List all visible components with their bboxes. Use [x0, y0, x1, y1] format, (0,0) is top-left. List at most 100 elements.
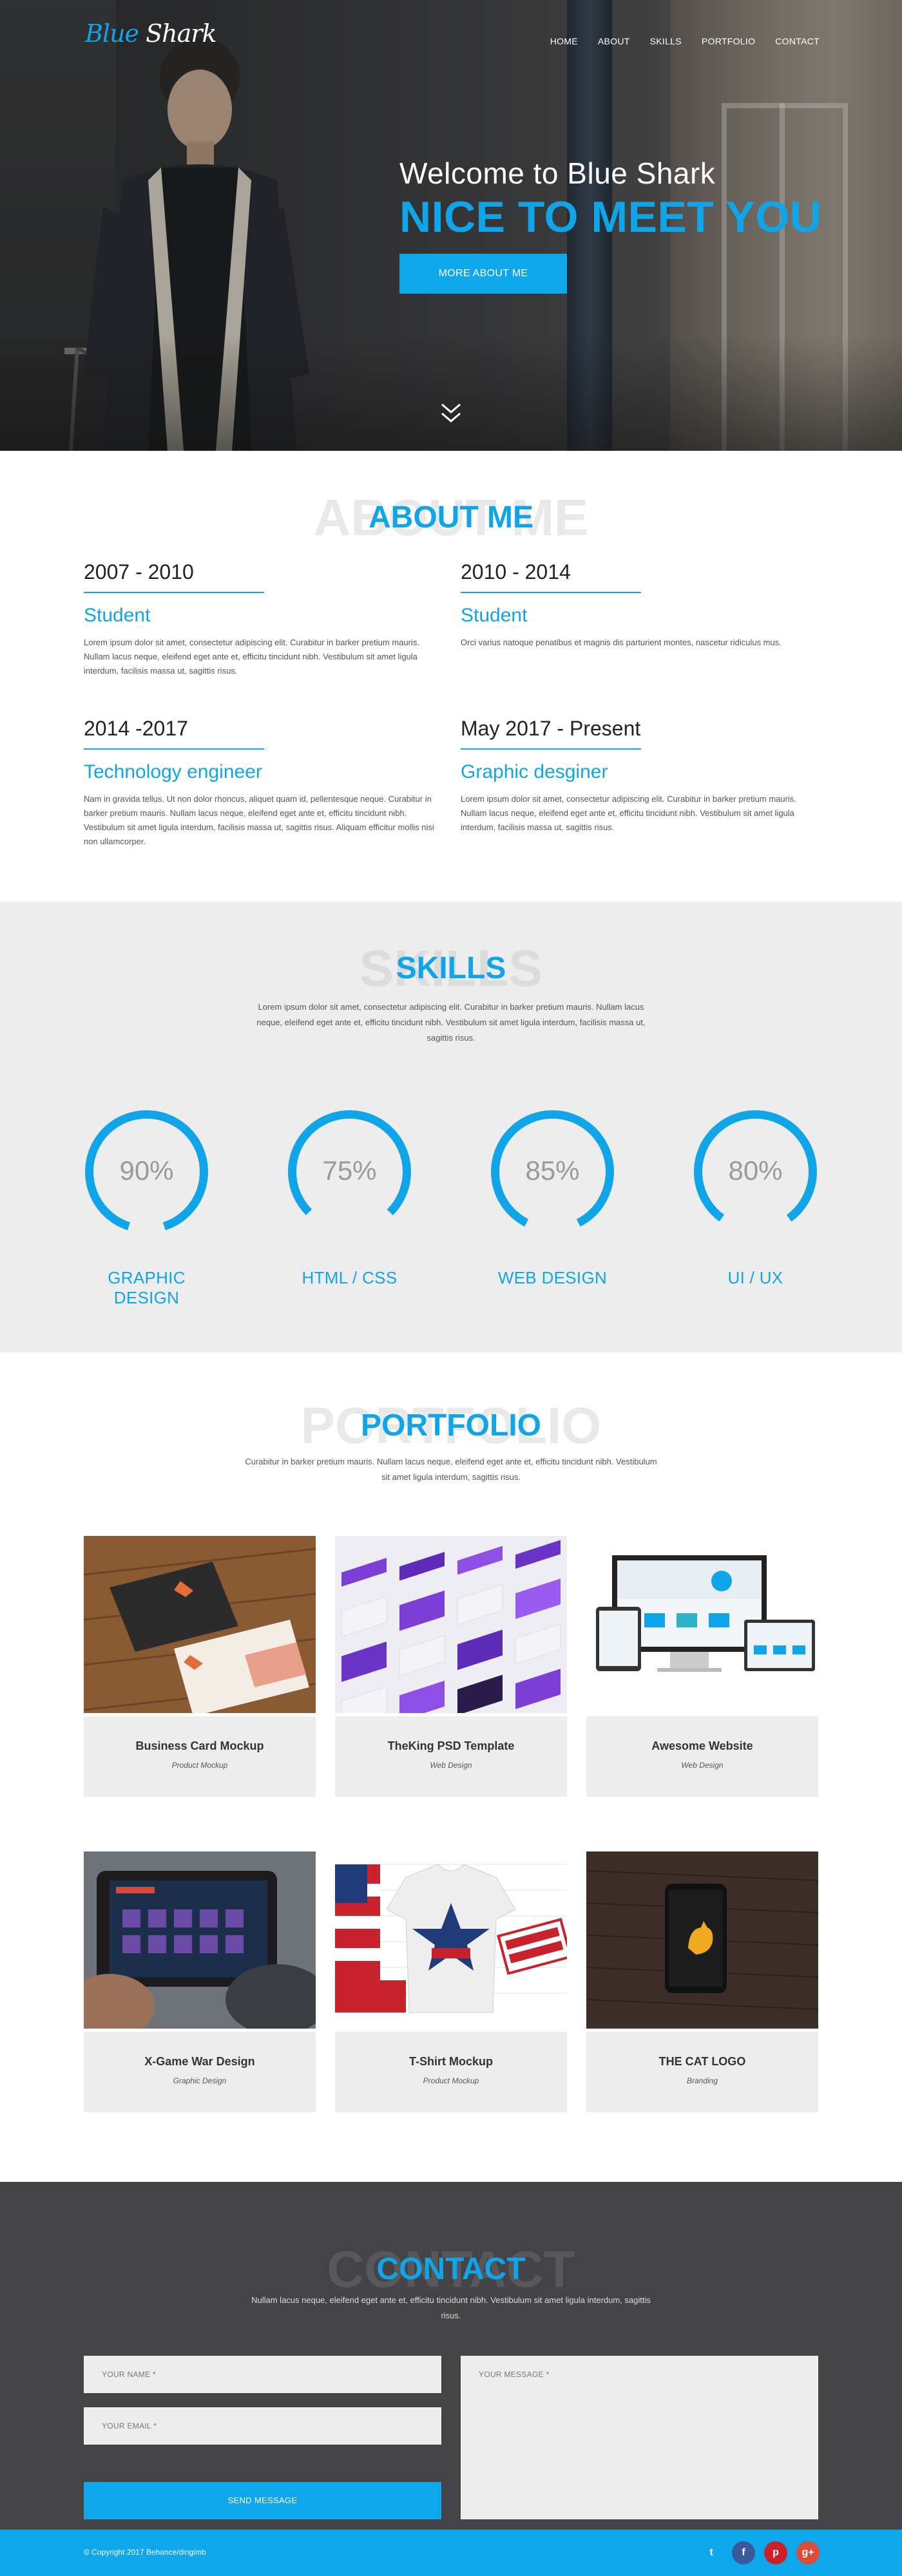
nav-skills[interactable]: SKILLS [650, 36, 682, 46]
portfolio-card-category: Web Design [681, 1761, 724, 1770]
cat-logo-image [586, 1852, 819, 2029]
x-game-war-image [64, 1852, 329, 2038]
skill-name: UI / UX [727, 1268, 783, 1287]
timeline-item: 2007 - 2010 Student Lorem ipsum dolor si… [84, 560, 441, 678]
timeline-item: 2010 - 2014 Student Orci varius natoque … [461, 560, 818, 678]
logo-part-2: Shark [146, 19, 216, 48]
timeline-role: Student [84, 605, 151, 626]
portfolio-card-meta: Business Card Mockup Product Mockup [84, 1716, 316, 1797]
about-timeline: 2007 - 2010 Student Lorem ipsum dolor si… [84, 560, 818, 849]
portfolio-card[interactable]: THE CAT LOGO Branding [586, 1852, 819, 2112]
contact-description: Nullam lacus neque, eleifend eget ante e… [251, 2295, 651, 2320]
site-logo[interactable]: Blue Shark [85, 19, 217, 48]
skill-progress-ring: 80% [694, 1110, 817, 1233]
timeline-desc: Nam in gravida tellus. Ut non dolor rhon… [84, 794, 434, 846]
portfolio-card[interactable]: Awesome Website Web Design [586, 1536, 818, 1797]
t-shirt-mockup-image [335, 1852, 573, 2029]
timeline-divider [84, 592, 264, 593]
message-field[interactable] [461, 2356, 818, 2519]
skill-item: 90% GRAPHIC DESIGN [84, 1109, 209, 1308]
nav-portfolio[interactable]: PORTFOLIO [702, 36, 755, 46]
skills-list: 90% GRAPHIC DESIGN 75% HTML / CSS 85% WE… [84, 1109, 818, 1308]
portfolio-card-title: Business Card Mockup [135, 1739, 264, 1752]
portfolio-card[interactable]: TheKing PSD Template Web Design [335, 1536, 567, 1797]
skills-title-block: SKILLS SKILLS [0, 939, 902, 1003]
skill-item: 85% WEB DESIGN [490, 1109, 615, 1308]
portfolio-description: Curabitur in barker pretium mauris. Null… [245, 1457, 657, 1482]
portfolio-card-meta: T-Shirt Mockup Product Mockup [335, 2032, 567, 2112]
more-about-me-button[interactable]: MORE ABOUT ME [399, 254, 567, 294]
business-card-mockup-image [83, 1536, 316, 1716]
hero-subtitle: Welcome to Blue Shark [399, 156, 716, 190]
timeline-year: May 2017 - Present [461, 717, 641, 740]
main-nav: HOME ABOUT SKILLS PORTFOLIO CONTACT [530, 36, 820, 46]
skill-progress-ring: 85% [491, 1110, 614, 1233]
skill-percent: 90% [119, 1155, 173, 1186]
chevron-double-down-icon[interactable] [438, 401, 464, 426]
timeline-role: Graphic desginer [461, 761, 608, 782]
portfolio-card-category: Graphic Design [173, 2076, 227, 2085]
send-message-button[interactable]: SEND MESSAGE [84, 2482, 441, 2519]
portfolio-card-title: T-Shirt Mockup [409, 2055, 493, 2068]
skill-percent: 85% [525, 1155, 579, 1186]
timeline-year: 2014 -2017 [84, 717, 188, 740]
about-section: ABOUT ME ABOUT ME 2007 - 2010 Student Lo… [0, 451, 902, 902]
skill-progress-ring: 75% [288, 1110, 411, 1233]
skill-progress-ring: 90% [85, 1110, 208, 1233]
portfolio-title-block: PORTFOLIO PORTFOLIO [0, 1396, 902, 1461]
portfolio-card-meta: Awesome Website Web Design [586, 1716, 818, 1797]
pinterest-icon[interactable]: p [764, 2541, 787, 2564]
timeline-desc: Orci varius natoque penatibus et magnis … [461, 638, 782, 647]
skill-name: GRAPHIC DESIGN [108, 1268, 186, 1307]
hero-text: Welcome to Blue Shark NICE TO MEET YOU M… [399, 156, 821, 294]
copyright-text: © Copyright 2017 Behance/dingimb [84, 2548, 206, 2557]
portfolio-card[interactable]: Business Card Mockup Product Mockup [83, 1536, 316, 1797]
awesome-website-image [586, 1536, 818, 1713]
timeline-divider [461, 592, 641, 593]
portfolio-card-meta: TheKing PSD Template Web Design [335, 1716, 567, 1797]
skill-percent: 80% [728, 1155, 782, 1186]
skill-item: 80% UI / UX [693, 1109, 818, 1308]
theking-template-image [335, 1536, 567, 1728]
nav-contact[interactable]: CONTACT [775, 36, 820, 46]
twitter-icon[interactable]: t [700, 2541, 723, 2564]
portfolio-card-category: Product Mockup [423, 2076, 479, 2085]
timeline-role: Technology engineer [84, 761, 262, 782]
timeline-year: 2007 - 2010 [84, 560, 194, 583]
hero-section: Blue Shark HOME ABOUT SKILLS PORTFOLIO C… [0, 0, 902, 451]
timeline-divider [461, 748, 641, 750]
hero-title: NICE TO MEET YOU [399, 193, 822, 242]
contact-title: CONTACT [376, 2252, 526, 2286]
portfolio-card-meta: THE CAT LOGO Branding [586, 2032, 818, 2112]
skill-item: 75% HTML / CSS [287, 1109, 412, 1308]
portfolio-card-meta: X-Game War Design Graphic Design [84, 2032, 316, 2112]
social-links: t f p g+ [700, 2541, 820, 2564]
portfolio-card-category: Branding [686, 2076, 718, 2085]
portfolio-card[interactable]: T-Shirt Mockup Product Mockup [335, 1852, 573, 2112]
timeline-desc: Lorem ipsum dolor sit amet, consectetur … [84, 638, 419, 676]
google-plus-icon[interactable]: g+ [796, 2541, 820, 2564]
facebook-icon[interactable]: f [732, 2541, 755, 2564]
nav-home[interactable]: HOME [550, 36, 578, 46]
name-field[interactable] [84, 2356, 441, 2393]
timeline-item: 2014 -2017 Technology engineer Nam in gr… [84, 717, 441, 849]
portfolio-card-category: Product Mockup [171, 1761, 228, 1770]
about-title: ABOUT ME [369, 500, 533, 535]
portfolio-grid: Business Card Mockup Product Mockup TheK… [64, 1536, 819, 2112]
about-title-block: ABOUT ME ABOUT ME [0, 488, 902, 553]
nav-about[interactable]: ABOUT [598, 36, 630, 46]
timeline-role: Student [461, 605, 528, 626]
skill-percent: 75% [322, 1155, 376, 1186]
email-field[interactable] [84, 2407, 441, 2445]
skills-section: SKILLS SKILLS Lorem ipsum dolor sit amet… [0, 902, 902, 1352]
skill-name: WEB DESIGN [497, 1268, 608, 1287]
portfolio-card-title: Awesome Website [651, 1739, 753, 1752]
portfolio-card-title: X-Game War Design [144, 2055, 255, 2068]
hero-floor-shade [0, 335, 902, 451]
portfolio-card-category: Web Design [430, 1761, 472, 1770]
skills-description: Lorem ipsum dolor sit amet, consectetur … [256, 1002, 646, 1043]
portfolio-card[interactable]: X-Game War Design Graphic Design [64, 1852, 329, 2112]
timeline-desc: Lorem ipsum dolor sit amet, consectetur … [461, 794, 796, 832]
portfolio-section: PORTFOLIO PORTFOLIO Curabitur in barker … [0, 1352, 902, 2182]
portfolio-title: PORTFOLIO [361, 1408, 541, 1443]
